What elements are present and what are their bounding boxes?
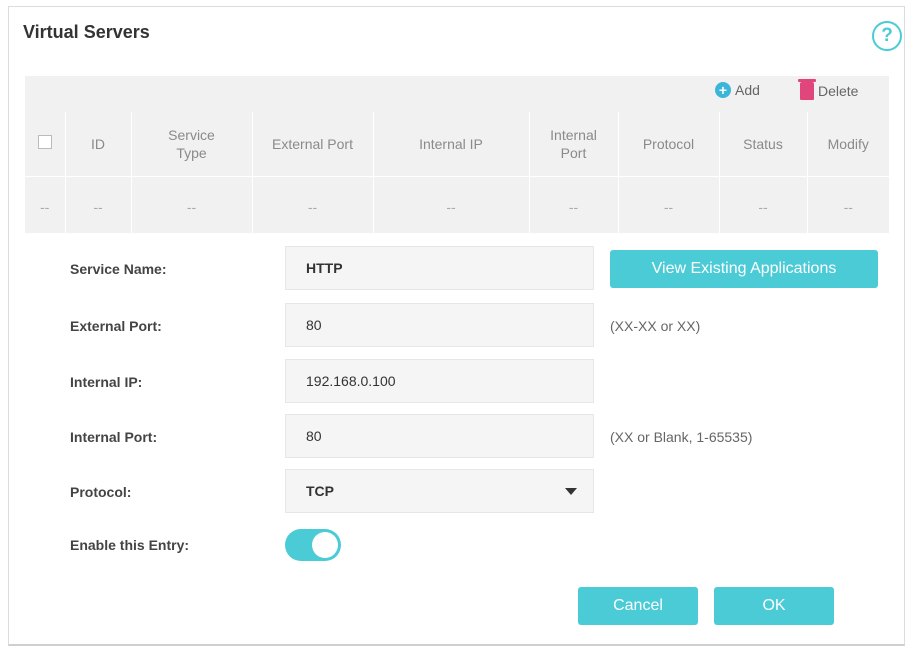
column-header-status: Status xyxy=(718,112,807,177)
external-port-row: External Port: (XX-XX or XX) xyxy=(9,303,904,349)
service-name-label: Service Name: xyxy=(70,261,167,277)
column-header-modify: Modify xyxy=(806,112,889,177)
plus-circle-icon: + xyxy=(715,82,731,98)
page-title: Virtual Servers xyxy=(23,22,150,42)
toggle-knob xyxy=(312,532,338,558)
delete-button[interactable]: Delete xyxy=(798,79,859,100)
protocol-label: Protocol: xyxy=(70,484,132,500)
column-header-id: ID xyxy=(64,112,131,177)
table-cell: -- xyxy=(251,176,373,237)
internal-ip-row: Internal IP: xyxy=(9,359,904,405)
table-cell: -- xyxy=(25,176,65,237)
internal-port-row: Internal Port: (XX or Blank, 1-65535) xyxy=(9,414,904,460)
virtual-servers-panel: Virtual Servers ? + Add Delete ID Servic… xyxy=(8,6,905,646)
column-header-internal-port: Internal Port xyxy=(528,112,618,177)
view-existing-applications-button[interactable]: View Existing Applications xyxy=(610,250,878,288)
table-cell: -- xyxy=(718,176,807,237)
column-header-external-port: External Port xyxy=(251,112,373,177)
protocol-selected-value: TCP xyxy=(306,483,334,499)
service-name-input[interactable] xyxy=(285,246,594,290)
internal-port-label: Internal Port: xyxy=(70,429,158,445)
external-port-label: External Port: xyxy=(70,318,162,334)
ok-button[interactable]: OK xyxy=(714,587,834,625)
table-cell: -- xyxy=(528,176,618,237)
header-select-all[interactable] xyxy=(25,112,65,177)
table-cell: -- xyxy=(130,176,252,237)
external-port-input[interactable] xyxy=(285,303,594,347)
table-toolbar: + Add Delete xyxy=(25,76,889,110)
question-circle-icon[interactable]: ? xyxy=(872,21,902,51)
protocol-row: Protocol: TCP xyxy=(9,469,904,515)
enable-entry-label: Enable this Entry: xyxy=(70,537,190,553)
virtual-servers-table: ID Service Type External Port Internal IP… xyxy=(25,112,889,237)
column-header-internal-ip: Internal IP xyxy=(372,112,529,177)
external-port-hint: (XX-XX or XX) xyxy=(610,318,701,334)
protocol-select[interactable]: TCP xyxy=(285,469,594,513)
internal-ip-input[interactable] xyxy=(285,359,594,403)
column-header-service-type: Service Type xyxy=(130,112,252,177)
service-name-row: Service Name: View Existing Applications xyxy=(9,246,904,292)
trash-icon xyxy=(798,79,816,100)
column-header-protocol: Protocol xyxy=(617,112,719,177)
enable-entry-row: Enable this Entry: xyxy=(9,522,904,568)
delete-button-label: Delete xyxy=(818,83,859,99)
table-header-row: ID Service Type External Port Internal IP… xyxy=(25,112,889,177)
enable-entry-toggle[interactable] xyxy=(285,529,341,561)
select-all-checkbox[interactable] xyxy=(37,135,52,149)
internal-ip-label: Internal IP: xyxy=(70,374,143,390)
add-button-label: Add xyxy=(735,82,760,98)
cancel-button[interactable]: Cancel xyxy=(578,587,698,625)
caret-down-icon xyxy=(565,488,577,495)
table-cell: -- xyxy=(372,176,529,237)
table-row: -- -- -- -- -- -- -- -- -- xyxy=(25,176,889,237)
internal-port-hint: (XX or Blank, 1-65535) xyxy=(610,429,753,445)
internal-port-input[interactable] xyxy=(285,414,594,458)
virtual-servers-table-section: + Add Delete ID Service Type External Por… xyxy=(25,76,889,237)
table-cell: -- xyxy=(64,176,131,237)
table-cell: -- xyxy=(806,176,889,237)
add-button[interactable]: + Add xyxy=(715,82,760,98)
table-cell: -- xyxy=(617,176,719,237)
